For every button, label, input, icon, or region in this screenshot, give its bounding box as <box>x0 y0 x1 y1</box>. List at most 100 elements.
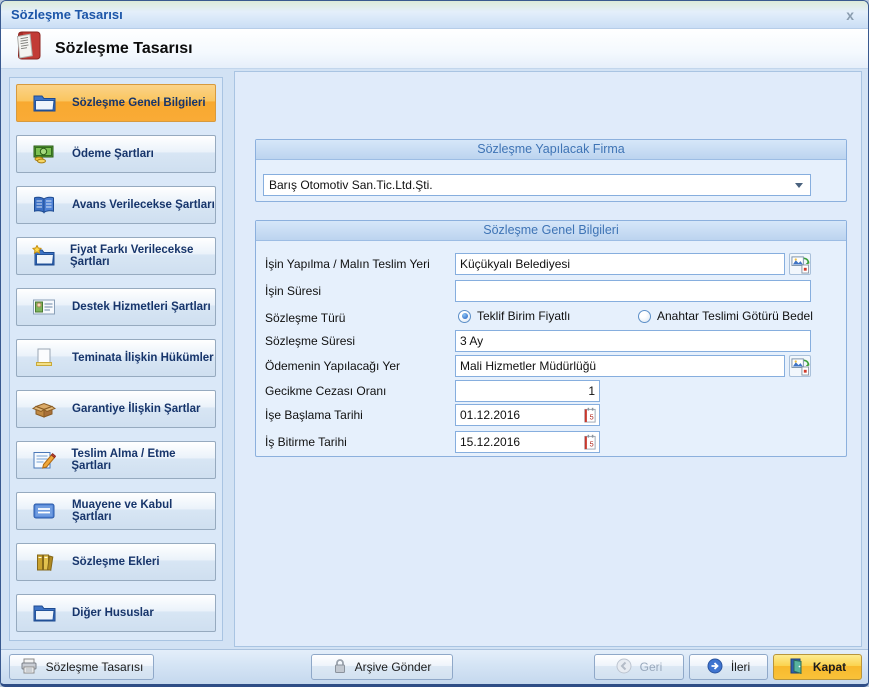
sidebar-item-label: Ödeme Şartları <box>72 148 154 160</box>
row-work-duration: İşin Süresi <box>256 280 846 302</box>
sidebar-item-label: Garantiye İlişkin Şartlar <box>72 403 200 415</box>
delivery-place-input[interactable] <box>455 253 785 275</box>
delay-penalty-label: Gecikme Cezası Oranı <box>265 380 386 402</box>
main-area: Sözleşme Genel Bilgileri Ödeme Şartları <box>1 69 868 649</box>
window-title: Sözleşme Tasarısı <box>11 7 842 22</box>
sidebar-item-destek-hizmetleri-sartlari[interactable]: Destek Hizmetleri Şartları <box>16 288 216 326</box>
sidebar-item-label: Sözleşme Genel Bilgileri <box>72 97 206 109</box>
books-icon <box>31 552 57 572</box>
content-panel: Sözleşme Yapılacak Firma Barış Otomotiv … <box>234 71 862 647</box>
work-duration-label: İşin Süresi <box>265 280 321 302</box>
radio-label: Anahtar Teslimi Götürü Bedel <box>657 309 813 323</box>
row-delay-penalty: Gecikme Cezası Oranı <box>256 380 846 402</box>
page-header: Sözleşme Tasarısı <box>1 29 868 69</box>
door-exit-icon <box>789 658 805 677</box>
picture-import-icon[interactable] <box>789 253 811 275</box>
radio-anahtar-teslimi[interactable]: Anahtar Teslimi Götürü Bedel <box>638 309 813 323</box>
contract-type-label: Sözleşme Türü <box>265 307 345 329</box>
chevron-down-icon <box>795 183 803 188</box>
svg-text:5: 5 <box>590 412 594 421</box>
folder-icon <box>31 603 57 623</box>
sidebar-item-label: Muayene ve Kabul Şartları <box>72 499 215 523</box>
contract-draft-window: Sözleşme Tasarısı x Sözleşme Tasarısı <box>0 0 869 687</box>
sidebar: Sözleşme Genel Bilgileri Ödeme Şartları <box>9 77 223 641</box>
id-card-icon <box>31 297 57 317</box>
radio-teklif-birim-fiyatli[interactable]: Teklif Birim Fiyatlı <box>458 309 570 323</box>
back-button-label: Geri <box>640 660 663 674</box>
contract-duration-input[interactable] <box>455 330 811 352</box>
contract-draft-button-label: Sözleşme Tasarısı <box>46 660 144 674</box>
row-contract-duration: Sözleşme Süresi <box>256 330 846 352</box>
row-start-date: İşe Başlama Tarihi 5 <box>256 404 846 426</box>
payment-place-label: Ödemenin Yapılacağı Yer <box>265 355 400 377</box>
folder-icon <box>31 93 57 113</box>
groupbox-firm: Sözleşme Yapılacak Firma Barış Otomotiv … <box>255 139 847 202</box>
calendar-icon[interactable]: 5 <box>582 407 597 424</box>
sidebar-item-label: Avans Verilecekse Şartları <box>72 199 215 211</box>
work-duration-input[interactable] <box>455 280 811 302</box>
start-date-input[interactable] <box>456 408 571 422</box>
sidebar-item-garantiye-iliskin-sartlar[interactable]: Garantiye İlişkin Şartlar <box>16 390 216 428</box>
open-book-icon <box>31 195 57 215</box>
start-date-field: 5 <box>455 404 600 426</box>
sidebar-item-label: Teminata İlişkin Hükümler <box>72 352 214 364</box>
arrow-left-circle-icon <box>616 658 632 677</box>
sidebar-item-label: Destek Hizmetleri Şartları <box>72 301 211 313</box>
lock-icon <box>333 658 347 677</box>
radio-unselected-icon <box>638 310 651 323</box>
contract-draft-print-button[interactable]: Sözleşme Tasarısı <box>9 654 154 680</box>
close-button-label: Kapat <box>813 660 846 674</box>
sidebar-item-teminata-iliskin-hukumler[interactable]: Teminata İlişkin Hükümler <box>16 339 216 377</box>
page-title: Sözleşme Tasarısı <box>55 40 193 58</box>
row-payment-place: Ödemenin Yapılacağı Yer <box>256 355 846 377</box>
close-button[interactable]: Kapat <box>773 654 862 680</box>
end-date-field: 5 <box>455 431 600 453</box>
open-box-icon <box>31 399 57 419</box>
row-contract-type: Sözleşme Türü Teklif Birim Fiyatlı Anaht… <box>256 307 846 329</box>
radio-selected-icon <box>458 310 471 323</box>
firm-combobox-value: Barış Otomotiv San.Tic.Ltd.Şti. <box>269 178 433 192</box>
contract-duration-label: Sözleşme Süresi <box>265 330 355 352</box>
radio-label: Teklif Birim Fiyatlı <box>477 309 570 323</box>
sidebar-item-label: Fiyat Farkı Verilecekse Şartları <box>70 244 215 268</box>
sidebar-item-label: Sözleşme Ekleri <box>72 556 160 568</box>
back-button[interactable]: Geri <box>594 654 684 680</box>
next-button-label: İleri <box>731 660 750 674</box>
arrow-right-circle-icon <box>707 658 723 677</box>
groupbox-general-title: Sözleşme Genel Bilgileri <box>256 221 846 241</box>
firm-combobox[interactable]: Barış Otomotiv San.Tic.Ltd.Şti. <box>263 174 811 196</box>
row-delivery-place: İşin Yapılma / Malın Teslim Yeri <box>256 253 846 275</box>
sidebar-item-avans-verilecekse-sartlari[interactable]: Avans Verilecekse Şartları <box>16 186 216 224</box>
sidebar-item-diger-hususlar[interactable]: Diğer Hususlar <box>16 594 216 632</box>
next-button[interactable]: İleri <box>689 654 768 680</box>
footer-bar: Sözleşme Tasarısı Arşive Gönder Geri <box>1 649 868 684</box>
sidebar-item-label: Diğer Hususlar <box>72 607 154 619</box>
send-to-archive-button-label: Arşive Gönder <box>355 660 432 674</box>
close-icon[interactable]: x <box>842 8 858 22</box>
send-to-archive-button[interactable]: Arşive Gönder <box>311 654 453 680</box>
sidebar-item-teslim-alma-etme-sartlari[interactable]: Teslim Alma / Etme Şartları <box>16 441 216 479</box>
money-icon <box>31 144 57 164</box>
sidebar-item-label: Teslim Alma / Etme Şartları <box>71 448 215 472</box>
picture-import-icon[interactable] <box>789 355 811 377</box>
end-date-input[interactable] <box>456 435 571 449</box>
calendar-icon[interactable]: 5 <box>582 434 597 451</box>
sidebar-item-fiyat-farki-verilecekse-sartlari[interactable]: Fiyat Farkı Verilecekse Şartları <box>16 237 216 275</box>
document-icon <box>31 348 57 368</box>
groupbox-general-info: Sözleşme Genel Bilgileri İşin Yapılma / … <box>255 220 847 457</box>
start-date-label: İşe Başlama Tarihi <box>265 404 363 426</box>
sidebar-item-muayene-ve-kabul-sartlari[interactable]: Muayene ve Kabul Şartları <box>16 492 216 530</box>
sidebar-item-odeme-sartlari[interactable]: Ödeme Şartları <box>16 135 216 173</box>
svg-text:5: 5 <box>590 439 594 448</box>
payment-place-input[interactable] <box>455 355 785 377</box>
printer-icon <box>20 658 38 677</box>
title-bar: Sözleşme Tasarısı x <box>1 1 868 29</box>
red-book-icon <box>13 30 43 67</box>
groupbox-firm-title: Sözleşme Yapılacak Firma <box>256 140 846 160</box>
end-date-label: İş Bitirme Tarihi <box>265 431 347 453</box>
notepad-pencil-icon <box>31 450 56 470</box>
sidebar-item-sozlesme-genel-bilgileri[interactable]: Sözleşme Genel Bilgileri <box>16 84 216 122</box>
row-end-date: İş Bitirme Tarihi 5 <box>256 431 846 453</box>
delay-penalty-input[interactable] <box>455 380 600 402</box>
sidebar-item-sozlesme-ekleri[interactable]: Sözleşme Ekleri <box>16 543 216 581</box>
